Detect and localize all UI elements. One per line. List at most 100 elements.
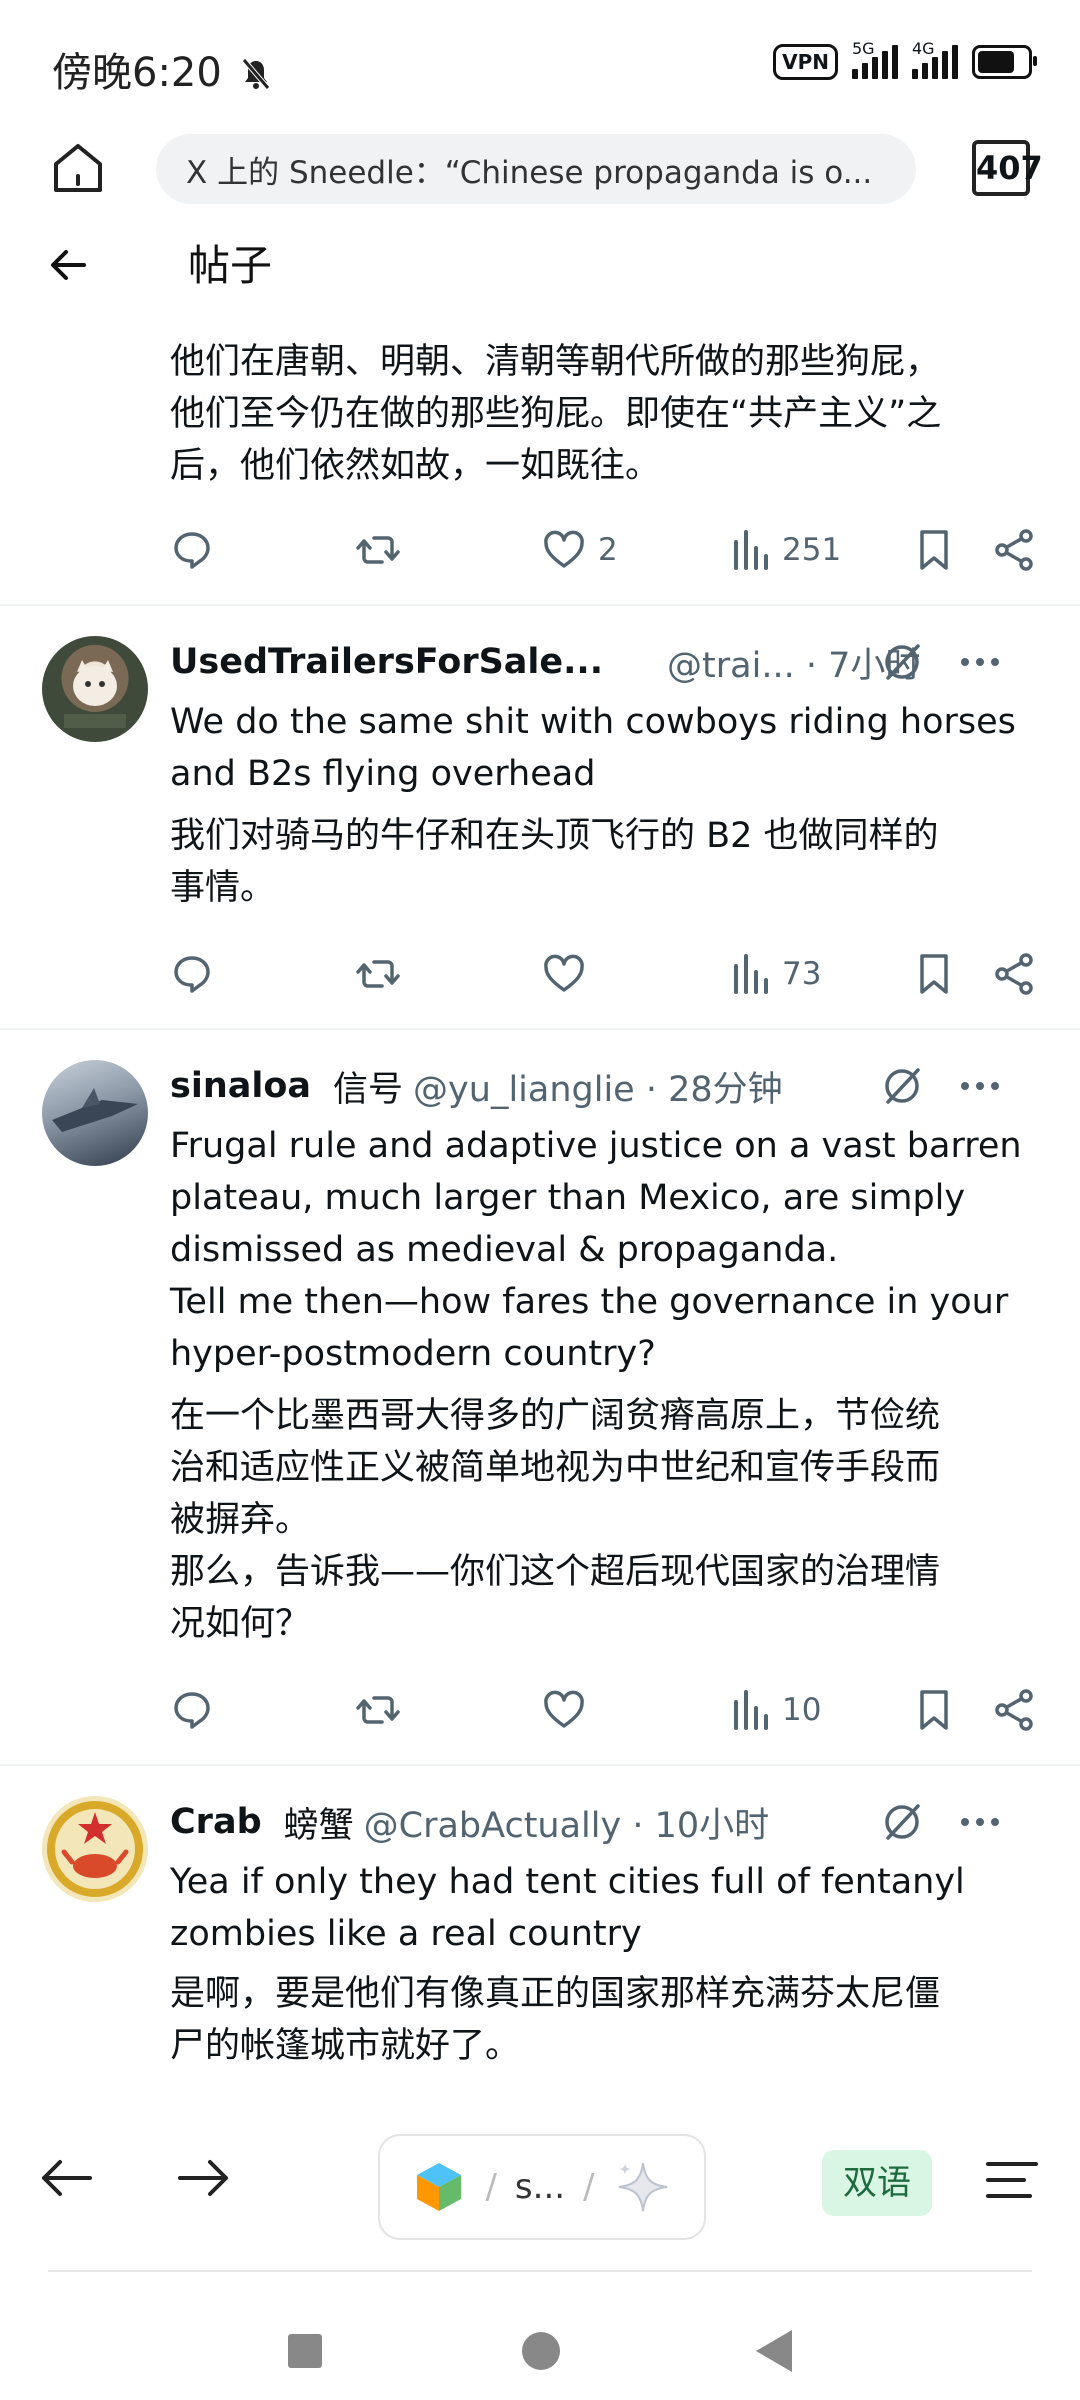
repost-button[interactable] (354, 944, 402, 1004)
recents-square-icon[interactable] (288, 2334, 322, 2368)
browser-address-bar: X 上的 Sneedle：“Chinese propaganda is o...… (0, 130, 1080, 210)
repost-button[interactable] (354, 520, 402, 580)
repost-button[interactable] (354, 1680, 402, 1740)
signal-5g-icon: 5G (852, 39, 898, 79)
heart-icon (544, 954, 584, 992)
share-button[interactable] (992, 1680, 1036, 1740)
grok-translate-icon[interactable] (880, 1800, 924, 1844)
share-icon (995, 529, 1033, 571)
battery-icon (972, 45, 1037, 79)
bilingual-toggle-button[interactable]: 双语 (822, 2150, 932, 2216)
pill-separator: / (485, 2167, 497, 2207)
author-handle-time[interactable]: @yu_lianglie · 28分钟 (413, 1061, 783, 1112)
reply-button[interactable] (170, 1680, 214, 1740)
author-name[interactable]: Crab (170, 1802, 262, 1842)
views-chart-icon (734, 530, 768, 570)
post-actions: 2 251 (170, 520, 1040, 580)
post-translation: 在一个比墨西哥大得多的广阔贫瘠高原上，节俭统 治和适应性正义被简单地视为中世纪和… (170, 1396, 941, 1644)
status-icons: VPN 5G 4G (773, 39, 1037, 80)
author-name[interactable]: sinaloa (170, 1066, 311, 1106)
share-icon (995, 1689, 1033, 1731)
post-actions: 10 (170, 1680, 1040, 1740)
avatar[interactable] (42, 1796, 148, 1902)
view-count: 10 (782, 1692, 822, 1728)
reply-icon (174, 532, 210, 569)
menu-icon[interactable] (984, 2160, 1040, 2204)
post-meta: UsedTrailersForSale... @trai... · 7小时 (170, 634, 1040, 690)
post-translation: 他们在唐朝、明朝、清朝等朝代所做的那些狗屁， 他们至今仍在做的那些狗屁。即使在“… (170, 342, 942, 486)
home-circle-icon[interactable] (522, 2332, 560, 2370)
sparkle-icon (618, 2162, 667, 2212)
like-button[interactable] (542, 944, 586, 1004)
reply-button[interactable] (170, 944, 214, 1004)
back-triangle-icon[interactable] (756, 2330, 792, 2372)
repost-icon (356, 1696, 400, 1724)
signal-4g-label: 4G (912, 39, 935, 58)
mute-bell-icon (241, 54, 271, 100)
like-button[interactable]: 2 (542, 520, 618, 580)
views-button[interactable]: 251 (730, 520, 841, 580)
bookmark-button[interactable] (914, 520, 954, 580)
like-count: 2 (598, 532, 618, 568)
reply-button[interactable] (170, 520, 214, 580)
post-actions: 73 (170, 944, 1040, 1004)
post-meta-icons (880, 1064, 1000, 1108)
toolbar-divider (48, 2270, 1032, 2272)
grok-translate-icon[interactable] (880, 640, 924, 684)
view-count: 251 (782, 532, 842, 568)
share-icon (995, 953, 1033, 995)
post-meta: Crab 螃蟹 @CrabActually · 10小时 (170, 1794, 1040, 1850)
browser-forward-icon[interactable] (174, 2156, 232, 2204)
share-button[interactable] (992, 520, 1036, 580)
author-name-translation: 信号 (333, 1069, 404, 1110)
more-options-icon[interactable] (960, 1816, 1000, 1828)
system-navigation-bar (0, 2290, 1080, 2400)
back-arrow-icon[interactable] (44, 240, 94, 290)
clock: 傍晚6:20 (52, 50, 222, 96)
post-meta: sinaloa 信号 @yu_lianglie · 28分钟 (170, 1058, 1040, 1114)
pill-label: s... (514, 2167, 566, 2207)
heart-icon (544, 1690, 584, 1728)
views-button[interactable]: 10 (730, 1680, 821, 1740)
post-text: Frugal rule and adaptive justice on a va… (170, 1126, 1022, 1374)
url-title: X 上的 Sneedle：“Chinese propaganda is o... (186, 154, 873, 191)
pill-separator: / (583, 2167, 595, 2207)
grok-translate-icon[interactable] (880, 1064, 924, 1108)
url-field[interactable]: X 上的 Sneedle：“Chinese propaganda is o... (156, 134, 916, 204)
more-options-icon[interactable] (960, 656, 1000, 668)
bookmark-icon (920, 530, 948, 570)
vpn-badge: VPN (773, 44, 838, 80)
status-time: 傍晚6:20 (52, 40, 271, 100)
post-meta-icons (880, 640, 1000, 684)
post-meta-icons (880, 1800, 1000, 1844)
avatar[interactable] (42, 636, 148, 742)
avatar[interactable] (42, 1060, 148, 1166)
bookmark-icon (920, 1690, 948, 1730)
signal-4g-icon: 4G (912, 39, 958, 79)
post-text: Yea if only they had tent cities full of… (170, 1862, 965, 1954)
bookmark-button[interactable] (914, 944, 954, 1004)
browser-bottom-toolbar: / s... / 双语 (0, 2120, 1080, 2250)
author-handle-time[interactable]: @CrabActually · 10小时 (364, 1797, 770, 1848)
post-translation: 是啊，要是他们有像真正的国家那样充满芬太尼僵 尸的帐篷城市就好了。 (170, 1974, 941, 2066)
browser-back-icon[interactable] (38, 2156, 96, 2204)
ai-tools-pill[interactable]: / s... / (378, 2134, 706, 2240)
like-button[interactable] (542, 1680, 586, 1740)
page-title: 帖子 (188, 241, 273, 290)
signal-5g-label: 5G (852, 39, 875, 58)
home-icon[interactable] (48, 138, 108, 198)
views-button[interactable]: 73 (730, 944, 821, 1004)
repost-icon (356, 960, 400, 988)
share-button[interactable] (992, 944, 1036, 1004)
views-chart-icon (734, 1690, 768, 1730)
author-name[interactable]: UsedTrailersForSale... (170, 642, 603, 682)
views-chart-icon (734, 954, 768, 994)
post-divider (0, 1028, 1080, 1030)
bookmark-button[interactable] (914, 1680, 954, 1740)
repost-icon (356, 536, 400, 564)
more-options-icon[interactable] (960, 1080, 1000, 1092)
view-count: 73 (782, 956, 822, 992)
tab-count-button[interactable]: 407 (972, 140, 1043, 196)
cube-logo-icon (417, 2163, 462, 2211)
post-translation: 我们对骑马的牛仔和在头顶飞行的 B2 也做同样的 事情。 (170, 816, 939, 908)
